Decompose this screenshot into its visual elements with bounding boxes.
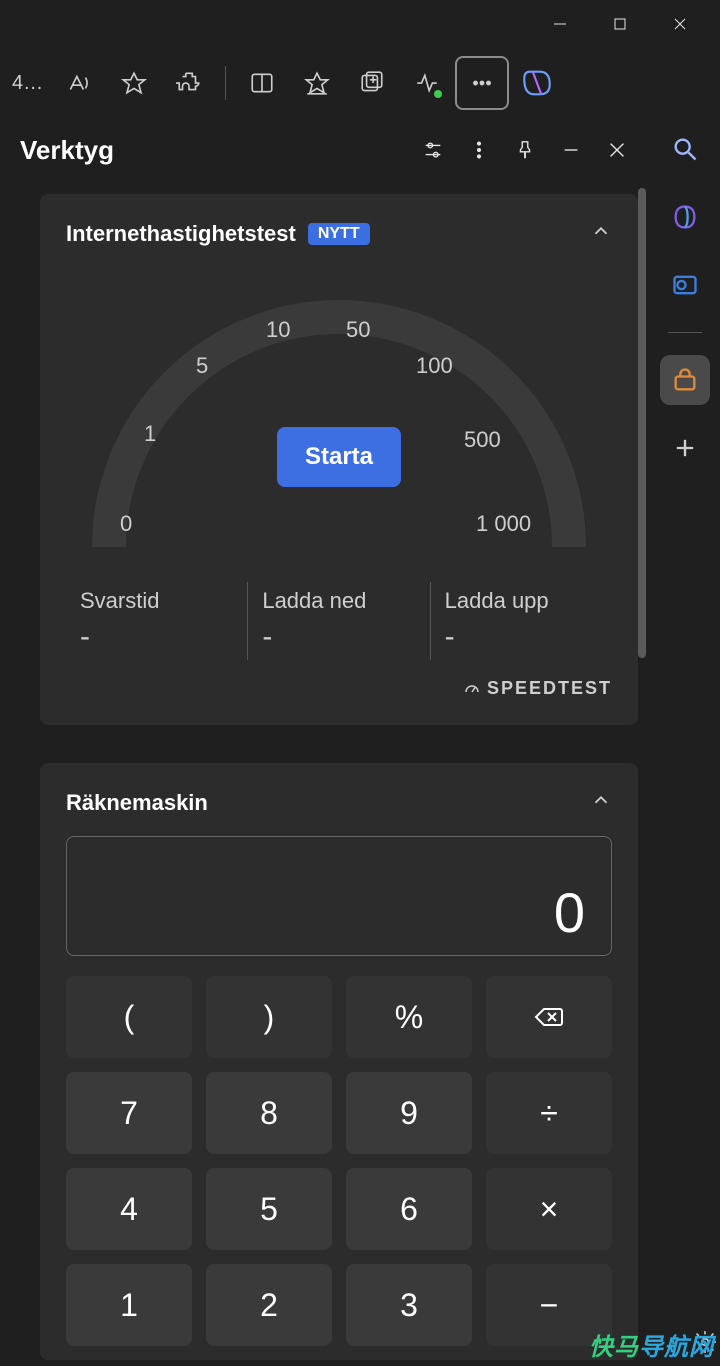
speedtest-header: Internethastighetstest NYTT: [66, 220, 612, 247]
key-2[interactable]: 2: [206, 1264, 332, 1346]
browser-toolbar: 4…: [0, 48, 720, 118]
gauge-tick-1000: 1 000: [476, 511, 531, 537]
toolbar-divider: [225, 66, 226, 100]
metric-ping-label: Svarstid: [80, 588, 233, 614]
speedtest-collapse-button[interactable]: [590, 220, 612, 247]
scrollbar-thumb[interactable]: [638, 188, 646, 658]
speedtest-metrics: Svarstid - Ladda ned - Ladda upp -: [66, 581, 612, 660]
speedtest-badge: NYTT: [308, 223, 370, 245]
sidebar-microsoft365-button[interactable]: [660, 192, 710, 242]
key-9[interactable]: 9: [346, 1072, 472, 1154]
performance-status-dot: [434, 90, 442, 98]
gauge-tick-50: 50: [346, 317, 370, 343]
key-backspace[interactable]: [486, 976, 612, 1058]
sidebar-outlook-button[interactable]: [660, 260, 710, 310]
right-sidebar: [650, 118, 720, 1366]
metric-download: Ladda ned -: [247, 582, 429, 660]
metric-upload-label: Ladda upp: [445, 588, 598, 614]
gauge-tick-1: 1: [144, 421, 156, 447]
key-6[interactable]: 6: [346, 1168, 472, 1250]
key-3[interactable]: 3: [346, 1264, 472, 1346]
speedometer-icon: [463, 680, 481, 698]
main-panel: Verktyg Internetha: [0, 118, 650, 1366]
metric-upload-value: -: [445, 620, 598, 654]
speedtest-provider: SPEEDTEST: [66, 678, 612, 699]
split-screen-button[interactable]: [237, 58, 287, 108]
gauge-tick-10: 10: [266, 317, 290, 343]
panel-pin-button[interactable]: [502, 127, 548, 173]
panel-header: Verktyg: [0, 118, 650, 182]
key-divide[interactable]: ÷: [486, 1072, 612, 1154]
panel-more-button[interactable]: [456, 127, 502, 173]
metric-ping: Svarstid -: [66, 582, 247, 660]
gauge-tick-100: 100: [416, 353, 453, 379]
gauge-tick-500: 500: [464, 427, 501, 453]
speedtest-provider-label: SPEEDTEST: [487, 678, 612, 699]
content-area: Verktyg Internetha: [0, 118, 720, 1366]
speedtest-card: Internethastighetstest NYTT 0 1 5 10: [40, 194, 638, 725]
window-titlebar: [0, 0, 720, 48]
key-minus[interactable]: −: [486, 1264, 612, 1346]
favorites-button[interactable]: [292, 58, 342, 108]
gauge-tick-0: 0: [120, 511, 132, 537]
key-percent[interactable]: %: [346, 976, 472, 1058]
metric-ping-value: -: [80, 620, 233, 654]
metric-download-label: Ladda ned: [262, 588, 415, 614]
sidebar-divider: [668, 332, 702, 333]
sidebar-tools-button[interactable]: [660, 355, 710, 405]
speedtest-start-button[interactable]: Starta: [277, 427, 401, 487]
calculator-display[interactable]: 0: [66, 836, 612, 956]
read-aloud-button[interactable]: [54, 58, 104, 108]
sidebar-search-button[interactable]: [660, 124, 710, 174]
panel-scroll-area: Internethastighetstest NYTT 0 1 5 10: [0, 182, 650, 1366]
panel-title: Verktyg: [20, 135, 410, 166]
speedtest-gauge: 0 1 5 10 50 100 500 1 000 Starta: [66, 257, 612, 577]
panel-close-button[interactable]: [594, 127, 640, 173]
metric-upload: Ladda upp -: [430, 582, 612, 660]
key-4[interactable]: 4: [66, 1168, 192, 1250]
key-7[interactable]: 7: [66, 1072, 192, 1154]
more-menu-button[interactable]: [457, 58, 507, 108]
calculator-card: Räknemaskin 0 ( ) % 7 8: [40, 763, 638, 1360]
window-maximize-button[interactable]: [590, 0, 650, 48]
key-multiply[interactable]: ×: [486, 1168, 612, 1250]
panel-settings-button[interactable]: [410, 127, 456, 173]
copilot-button[interactable]: [512, 58, 562, 108]
metric-download-value: -: [262, 620, 415, 654]
gauge-tick-5: 5: [196, 353, 208, 379]
favorite-star-button[interactable]: [109, 58, 159, 108]
tab-label[interactable]: 4…: [6, 72, 49, 95]
sidebar-add-button[interactable]: [660, 423, 710, 473]
extensions-button[interactable]: [164, 58, 214, 108]
performance-button[interactable]: [402, 58, 452, 108]
panel-minimize-button[interactable]: [548, 127, 594, 173]
key-8[interactable]: 8: [206, 1072, 332, 1154]
calculator-header: Räknemaskin: [66, 789, 612, 816]
collections-button[interactable]: [347, 58, 397, 108]
key-paren-close[interactable]: ): [206, 976, 332, 1058]
key-1[interactable]: 1: [66, 1264, 192, 1346]
calculator-title: Räknemaskin: [66, 790, 208, 816]
calculator-keypad: ( ) % 7 8 9 ÷ 4 5 6 × 1: [66, 976, 612, 1346]
window-close-button[interactable]: [650, 0, 710, 48]
sidebar-settings-button[interactable]: [692, 1329, 718, 1360]
speedtest-title: Internethastighetstest: [66, 221, 296, 247]
key-5[interactable]: 5: [206, 1168, 332, 1250]
window-minimize-button[interactable]: [530, 0, 590, 48]
key-paren-open[interactable]: (: [66, 976, 192, 1058]
calculator-collapse-button[interactable]: [590, 789, 612, 816]
